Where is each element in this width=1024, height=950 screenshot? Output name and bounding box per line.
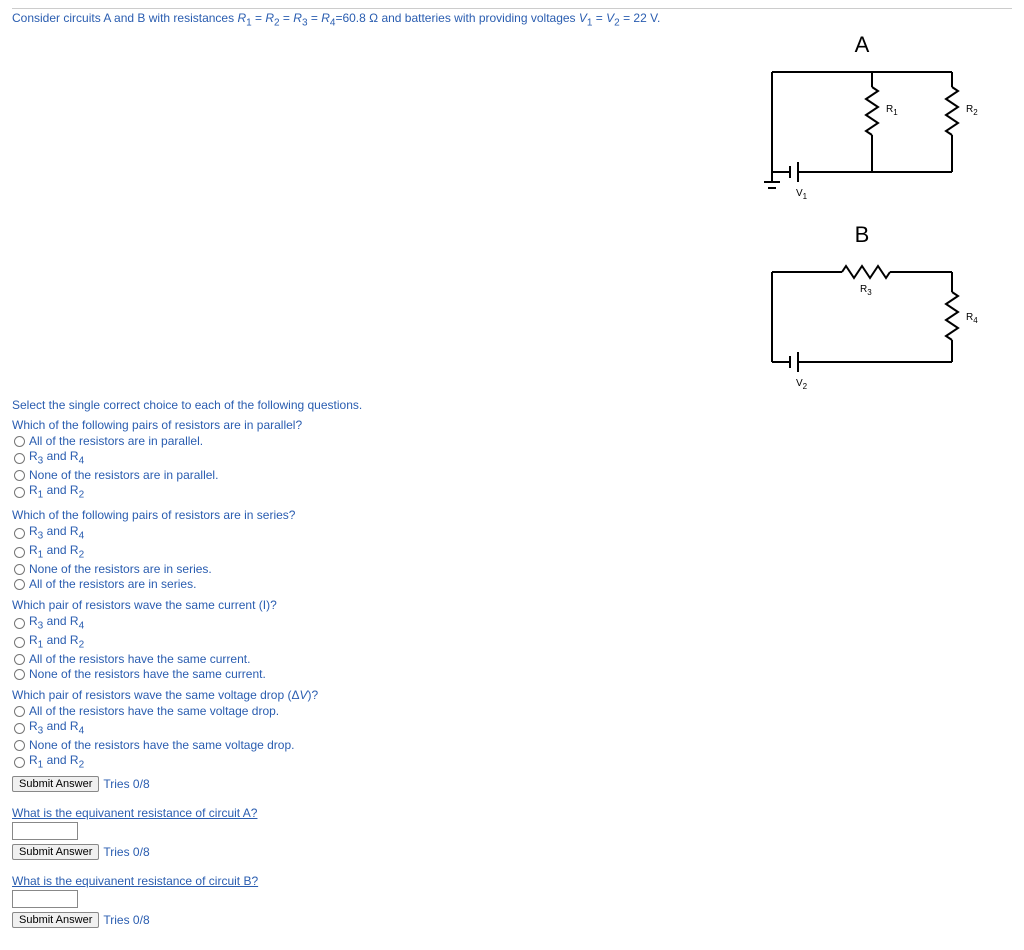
q4-radio-0[interactable] <box>14 706 25 717</box>
v1-label: V1 <box>796 188 808 201</box>
q3-options: R3 and R4 R1 and R2 All of the resistors… <box>12 614 1012 682</box>
submit-button-2[interactable]: Submit Answer <box>12 844 99 860</box>
q2-radio-1[interactable] <box>14 547 25 558</box>
q3-opt-1[interactable]: R1 and R2 <box>12 633 1012 652</box>
free-input-b[interactable] <box>12 890 78 908</box>
free-q-a: What is the equivanent resistance of cir… <box>12 806 1012 820</box>
q2-opt-2[interactable]: None of the resistors are in series. <box>12 562 1012 577</box>
circuit-b-label: B <box>855 222 870 247</box>
r1-label: R1 <box>886 104 898 117</box>
q1-opt-2[interactable]: None of the resistors are in parallel. <box>12 468 1012 483</box>
q4-radio-1[interactable] <box>14 723 25 734</box>
problem-intro: Consider circuits A and B with resistanc… <box>12 11 1012 28</box>
q2-options: R3 and R4 R1 and R2 None of the resistor… <box>12 524 1012 592</box>
submit-button-3[interactable]: Submit Answer <box>12 912 99 928</box>
q4-opt-2[interactable]: None of the resistors have the same volt… <box>12 738 1012 753</box>
q3-radio-1[interactable] <box>14 637 25 648</box>
q2-radio-2[interactable] <box>14 564 25 575</box>
q2-opt-3[interactable]: All of the resistors are in series. <box>12 577 1012 592</box>
q1-opt-1[interactable]: R3 and R4 <box>12 449 1012 468</box>
circuit-b-diagram: B R3 R4 V2 <box>752 222 992 402</box>
q4-text: Which pair of resistors wave the same vo… <box>12 688 1012 702</box>
q1-text: Which of the following pairs of resistor… <box>12 418 1012 432</box>
q2-radio-3[interactable] <box>14 579 25 590</box>
q1-radio-2[interactable] <box>14 470 25 481</box>
circuit-diagrams: A R1 <box>752 32 1012 412</box>
q3-radio-2[interactable] <box>14 654 25 665</box>
q3-opt-2[interactable]: All of the resistors have the same curre… <box>12 652 1012 667</box>
r3-label: R3 <box>860 284 872 297</box>
q1-opt-0[interactable]: All of the resistors are in parallel. <box>12 434 1012 449</box>
v2-label: V2 <box>796 378 808 391</box>
r2-label: R2 <box>966 104 978 117</box>
q1-radio-1[interactable] <box>14 453 25 464</box>
q1-options: All of the resistors are in parallel. R3… <box>12 434 1012 502</box>
circuit-a-diagram: A R1 <box>752 32 992 212</box>
free-q-b: What is the equivanent resistance of cir… <box>12 874 1012 888</box>
q3-radio-3[interactable] <box>14 669 25 680</box>
q4-radio-3[interactable] <box>14 757 25 768</box>
q4-opt-0[interactable]: All of the resistors have the same volta… <box>12 704 1012 719</box>
q1-opt-3[interactable]: R1 and R2 <box>12 483 1012 502</box>
q3-opt-0[interactable]: R3 and R4 <box>12 614 1012 633</box>
q1-radio-3[interactable] <box>14 487 25 498</box>
q2-opt-1[interactable]: R1 and R2 <box>12 543 1012 562</box>
q3-radio-0[interactable] <box>14 618 25 629</box>
circuit-a-label: A <box>855 32 870 57</box>
r4-label: R4 <box>966 312 978 325</box>
q2-text: Which of the following pairs of resistor… <box>12 508 1012 522</box>
q4-radio-2[interactable] <box>14 740 25 751</box>
q4-opt-1[interactable]: R3 and R4 <box>12 719 1012 738</box>
q3-opt-3[interactable]: None of the resistors have the same curr… <box>12 667 1012 682</box>
tries-2: Tries 0/8 <box>103 845 149 859</box>
tries-3: Tries 0/8 <box>103 913 149 927</box>
q4-options: All of the resistors have the same volta… <box>12 704 1012 772</box>
q3-text: Which pair of resistors wave the same cu… <box>12 598 1012 612</box>
free-input-a[interactable] <box>12 822 78 840</box>
q1-radio-0[interactable] <box>14 436 25 447</box>
q4-opt-3[interactable]: R1 and R2 <box>12 753 1012 772</box>
tries-1: Tries 0/8 <box>103 777 149 791</box>
submit-button-1[interactable]: Submit Answer <box>12 776 99 792</box>
q2-radio-0[interactable] <box>14 528 25 539</box>
q2-opt-0[interactable]: R3 and R4 <box>12 524 1012 543</box>
